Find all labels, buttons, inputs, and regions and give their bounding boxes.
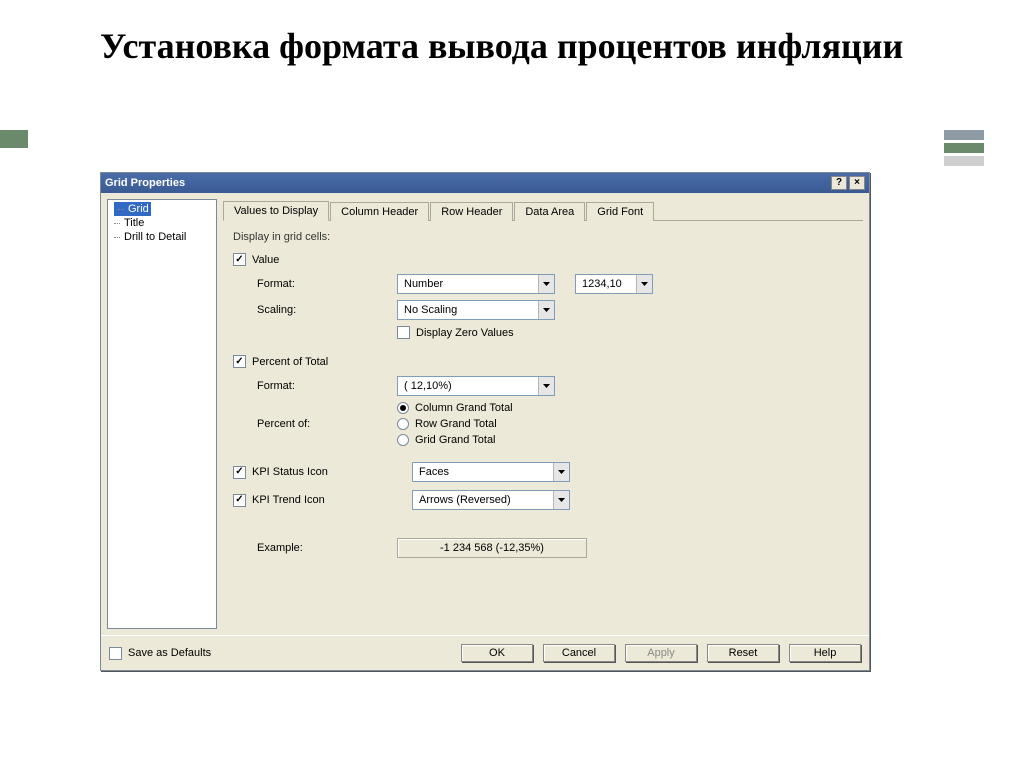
tab-grid-font[interactable]: Grid Font	[586, 202, 654, 221]
tab-content: Display in grid cells: Value Format: Num…	[223, 221, 863, 629]
tab-row-header[interactable]: Row Header	[430, 202, 513, 221]
tab-values-to-display[interactable]: Values to Display	[223, 201, 329, 221]
radio-grid-total[interactable]	[397, 434, 409, 446]
chevron-down-icon	[553, 491, 569, 509]
tree-item-grid[interactable]: Grid	[114, 202, 151, 216]
chevron-down-icon	[538, 301, 554, 319]
save-defaults-label: Save as Defaults	[128, 647, 211, 659]
close-button[interactable]: ×	[849, 176, 865, 190]
radio-grid-label: Grid Grand Total	[415, 434, 496, 446]
tab-bar: Values to Display Column Header Row Head…	[223, 199, 863, 221]
format-value: Number	[398, 275, 538, 293]
display-zero-checkbox[interactable]	[397, 326, 410, 339]
percent-of-label: Percent of:	[257, 418, 357, 430]
help-button[interactable]: ?	[831, 176, 847, 190]
tree-item-drill[interactable]: Drill to Detail	[110, 230, 214, 244]
chevron-down-icon	[538, 275, 554, 293]
kpi-status-label: KPI Status Icon	[252, 466, 362, 478]
slide-title: Установка формата вывода процентов инфля…	[100, 25, 903, 68]
radio-row-total[interactable]	[397, 418, 409, 430]
chevron-down-icon	[538, 377, 554, 395]
tab-data-area[interactable]: Data Area	[514, 202, 585, 221]
kpi-trend-value: Arrows (Reversed)	[413, 491, 553, 509]
kpi-status-value: Faces	[413, 463, 553, 481]
kpi-status-checkbox[interactable]	[233, 466, 246, 479]
value-checkbox[interactable]	[233, 253, 246, 266]
format-sample-value: 1234,10	[576, 275, 636, 293]
scaling-value: No Scaling	[398, 301, 538, 319]
save-defaults-checkbox[interactable]	[109, 647, 122, 660]
scaling-label: Scaling:	[257, 304, 357, 316]
kpi-status-dropdown[interactable]: Faces	[412, 462, 570, 482]
grid-properties-dialog: Grid Properties ? × Grid Title Drill to …	[100, 172, 870, 671]
main-panel: Values to Display Column Header Row Head…	[223, 199, 863, 629]
format-sample-dropdown[interactable]: 1234,10	[575, 274, 653, 294]
radio-column-total[interactable]	[397, 402, 409, 414]
percent-format-value: ( 12,10%)	[398, 377, 538, 395]
chevron-down-icon	[636, 275, 652, 293]
accent-right	[944, 130, 984, 166]
radio-row-label: Row Grand Total	[415, 418, 497, 430]
reset-button[interactable]: Reset	[707, 644, 779, 662]
percent-format-label: Format:	[257, 380, 357, 392]
dialog-title: Grid Properties	[105, 177, 829, 189]
tree-panel: Grid Title Drill to Detail	[107, 199, 217, 629]
titlebar: Grid Properties ? ×	[101, 173, 869, 193]
tree-item-title[interactable]: Title	[110, 216, 214, 230]
value-label: Value	[252, 254, 279, 266]
example-box: -1 234 568 (-12,35%)	[397, 538, 587, 558]
radio-column-label: Column Grand Total	[415, 402, 513, 414]
display-zero-label: Display Zero Values	[416, 327, 514, 339]
kpi-trend-dropdown[interactable]: Arrows (Reversed)	[412, 490, 570, 510]
ok-button[interactable]: OK	[461, 644, 533, 662]
format-label: Format:	[257, 278, 357, 290]
apply-button[interactable]: Apply	[625, 644, 697, 662]
kpi-trend-checkbox[interactable]	[233, 494, 246, 507]
help-dialog-button[interactable]: Help	[789, 644, 861, 662]
chevron-down-icon	[553, 463, 569, 481]
cancel-button[interactable]: Cancel	[543, 644, 615, 662]
accent-left	[0, 130, 28, 148]
display-in-cells-label: Display in grid cells:	[233, 231, 859, 243]
percent-format-dropdown[interactable]: ( 12,10%)	[397, 376, 555, 396]
button-bar: Save as Defaults OK Cancel Apply Reset H…	[101, 635, 869, 670]
tab-column-header[interactable]: Column Header	[330, 202, 429, 221]
scaling-dropdown[interactable]: No Scaling	[397, 300, 555, 320]
percent-total-checkbox[interactable]	[233, 355, 246, 368]
format-dropdown[interactable]: Number	[397, 274, 555, 294]
percent-total-label: Percent of Total	[252, 356, 328, 368]
example-label: Example:	[257, 542, 387, 554]
kpi-trend-label: KPI Trend Icon	[252, 494, 362, 506]
